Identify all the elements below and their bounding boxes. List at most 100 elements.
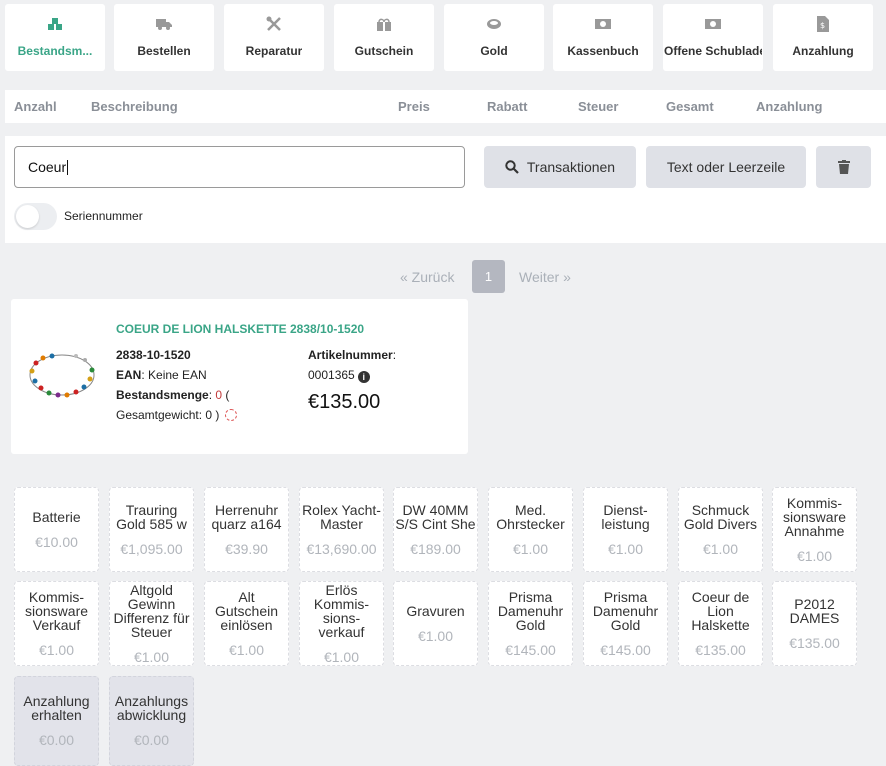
quick-item-tile[interactable]: Alt Gutschein einlösen €1.00 (204, 581, 289, 666)
search-icon (505, 160, 519, 174)
serial-number-toggle[interactable] (14, 203, 57, 230)
delete-button[interactable] (816, 146, 871, 188)
serial-number-label: Seriennummer (64, 209, 143, 223)
column-deposit: Anzahlung (756, 99, 823, 114)
quick-item-price: €145.00 (505, 641, 556, 658)
tab-cashbook[interactable]: Kassenbuch (553, 4, 653, 71)
search-panel: Coeur Transaktionen Text oder Leerzeile … (5, 136, 886, 243)
quick-item-tile[interactable]: Anzahlungs abwicklung €0.00 (109, 676, 194, 766)
article-number: 0001365 i (308, 368, 370, 383)
quick-item-tile[interactable]: Anzahlung erhalten €0.00 (14, 676, 99, 766)
column-tax: Steuer (578, 99, 619, 114)
quick-item-tile[interactable]: DW 40MM S/S Cint She €189.00 (393, 487, 478, 572)
ean-value: : Keine EAN (141, 368, 207, 382)
product-title[interactable]: COEUR DE LION HALSKETTE 2838/10-1520 (116, 322, 364, 336)
info-icon[interactable]: i (357, 371, 370, 383)
quick-item-price: €0.00 (133, 732, 170, 748)
tab-gold[interactable]: Gold (444, 4, 544, 71)
column-discount: Rabatt (487, 99, 528, 114)
product-weight: Gesamtgewicht: 0 ) (116, 408, 238, 422)
quick-item-price: €1.00 (417, 627, 454, 644)
next-page-link[interactable]: Weiter » (519, 269, 571, 285)
quick-item-tile[interactable]: Prisma Damenuhr Gold €145.00 (488, 581, 573, 666)
quick-item-tile[interactable]: Trauring Gold 585 w €1,095.00 (109, 487, 194, 572)
quick-item-tile[interactable]: Kommis-sionsware Verkauf €1.00 (14, 581, 99, 666)
quick-item-name: Coeur de Lion Halskette (691, 588, 750, 633)
quick-item-price: €135.00 (695, 641, 746, 658)
quick-item-price: €39.90 (225, 540, 268, 557)
current-page[interactable]: 1 (472, 260, 505, 293)
tab-label: Kassenbuch (567, 44, 639, 58)
quick-item-name: DW 40MM S/S Cint She (395, 501, 476, 532)
quick-item-name: Schmuck Gold Divers (683, 501, 758, 532)
search-input[interactable]: Coeur (14, 146, 465, 188)
tab-stock[interactable]: Bestandsm... (5, 4, 105, 71)
product-card[interactable]: COEUR DE LION HALSKETTE 2838/10-1520 283… (11, 299, 468, 454)
tab-repair[interactable]: Reparatur (224, 4, 324, 71)
quick-item-name: Batterie (32, 508, 81, 525)
quick-item-tile[interactable]: P2012 DAMES €135.00 (772, 581, 857, 666)
pagination: « Zurück 1 Weiter » (0, 260, 886, 293)
stock-label: Bestandsmenge (116, 388, 209, 402)
tab-label: Gutschein (354, 44, 414, 58)
quick-item-price: €1.00 (133, 648, 170, 665)
invoice-icon: $ (815, 16, 831, 32)
search-input-value: Coeur (28, 159, 67, 175)
prev-page-link[interactable]: « Zurück (400, 269, 454, 285)
quick-item-tile[interactable]: Erlös Kommis-sions-verkauf €1.00 (299, 581, 384, 666)
quick-item-name: Kommis-sionsware Annahme (782, 494, 847, 539)
transactions-button-label: Transaktionen (526, 159, 616, 175)
quick-item-price: €189.00 (410, 540, 461, 557)
quick-item-tile[interactable]: Schmuck Gold Divers €1.00 (678, 487, 763, 572)
tab-voucher[interactable]: Gutschein (334, 4, 434, 71)
product-stock: Bestandsmenge: 0 ( (116, 388, 229, 402)
quick-item-price: €0.00 (38, 732, 75, 748)
tab-label: Gold (480, 44, 508, 58)
quick-item-tile[interactable]: Rolex Yacht-Master €13,690.00 (299, 487, 384, 572)
cart-column-header: Anzahl Beschreibung Preis Rabatt Steuer … (5, 90, 886, 123)
article-label-colon: : (392, 348, 397, 362)
column-price: Preis (398, 99, 430, 114)
text-line-button-label: Text oder Leerzeile (666, 159, 786, 175)
tab-label: Offene Schublade (664, 44, 762, 58)
quick-item-price: €10.00 (35, 533, 78, 550)
svg-text:$: $ (820, 21, 825, 30)
quick-item-tile[interactable]: Kommis-sionsware Annahme €1.00 (772, 487, 857, 572)
module-tabs: Bestandsm... Bestellen Reparatur Gutsche… (0, 0, 886, 76)
quick-item-price: €13,690.00 (306, 540, 377, 557)
article-number-value: 0001365 (308, 368, 355, 382)
quick-item-tile[interactable]: Herrenuhr quarz a164 €39.90 (204, 487, 289, 572)
quick-item-name: Gravuren (406, 602, 465, 619)
quick-item-tile[interactable]: Prisma Damenuhr Gold €145.00 (583, 581, 668, 666)
quick-item-price: €1.00 (323, 648, 360, 665)
tab-deposit[interactable]: $ Anzahlung (773, 4, 873, 71)
quick-item-tile[interactable]: Gravuren €1.00 (393, 581, 478, 666)
quick-item-tile[interactable]: Dienst-leistung €1.00 (583, 487, 668, 572)
loading-spinner-icon (225, 409, 238, 421)
quick-item-name: Prisma Damenuhr Gold (592, 588, 659, 633)
ring-icon (486, 16, 502, 32)
product-price: €135.00 (308, 391, 381, 413)
article-label-text: Artikelnummer (308, 348, 393, 362)
transactions-button[interactable]: Transaktionen (484, 146, 636, 188)
quick-item-tile[interactable]: Med. Ohrstecker €1.00 (488, 487, 573, 572)
quick-item-tile[interactable]: Batterie €10.00 (14, 487, 99, 572)
quick-item-tile[interactable]: Altgold Gewinn Differenz für Steuer €1.00 (109, 581, 194, 666)
text-line-button[interactable]: Text oder Leerzeile (646, 146, 806, 188)
quick-item-tile[interactable]: Coeur de Lion Halskette €135.00 (678, 581, 763, 666)
quick-item-price: €1.00 (607, 540, 644, 557)
quick-item-name: Alt Gutschein einlösen (214, 588, 279, 633)
quick-item-name: Rolex Yacht-Master (302, 501, 381, 532)
tab-label: Anzahlung (792, 44, 854, 58)
quick-item-price: €1,095.00 (120, 540, 183, 557)
trash-icon (837, 160, 850, 174)
quick-item-price: €1.00 (796, 547, 833, 564)
tab-order[interactable]: Bestellen (114, 4, 214, 71)
ean-label: EAN (116, 368, 142, 382)
column-total: Gesamt (666, 99, 714, 114)
text-caret (67, 159, 69, 175)
quick-item-name: Med. Ohrstecker (496, 501, 565, 532)
tab-open-drawer[interactable]: Offene Schublade (663, 4, 763, 71)
truck-icon (156, 16, 172, 32)
article-number-label: Artikelnummer: (308, 348, 396, 362)
